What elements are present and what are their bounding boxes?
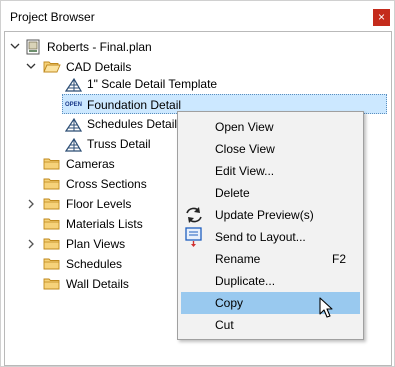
cad-detail-icon bbox=[65, 137, 82, 152]
project-browser-window: Project Browser × Roberts - Final.plan C… bbox=[0, 0, 395, 367]
menu-item-label: Send to Layout... bbox=[215, 230, 306, 244]
menu-item-duplicate[interactable]: Duplicate... bbox=[181, 270, 360, 292]
chevron-right-icon[interactable] bbox=[25, 234, 37, 254]
folder-icon bbox=[43, 258, 60, 270]
folder-icon bbox=[43, 238, 60, 250]
menu-item-label: Rename bbox=[215, 252, 261, 266]
close-button[interactable]: × bbox=[373, 9, 390, 26]
tree-item-label: Cross Sections bbox=[66, 177, 147, 191]
menu-item-update-preview[interactable]: Update Preview(s) bbox=[181, 204, 360, 226]
send-to-layout-icon bbox=[185, 227, 202, 247]
menu-item-label: Open View bbox=[215, 120, 274, 134]
menu-item-label: Copy bbox=[215, 296, 244, 310]
tree-item-label: Truss Detail bbox=[87, 137, 151, 151]
cad-detail-icon bbox=[65, 77, 82, 92]
tree-root-label: Roberts - Final.plan bbox=[47, 40, 152, 54]
tree-root[interactable]: Roberts - Final.plan bbox=[5, 37, 385, 57]
menu-item-label: Edit View... bbox=[215, 164, 275, 178]
refresh-icon bbox=[186, 207, 202, 223]
menu-item-label: Cut bbox=[215, 318, 234, 332]
menu-item-rename[interactable]: Rename F2 bbox=[181, 248, 360, 270]
tree-item-label: Schedules Detail bbox=[87, 117, 178, 131]
context-menu: Open View Close View Edit View... Delete… bbox=[177, 111, 364, 340]
menu-item-close-view[interactable]: Close View bbox=[181, 138, 360, 160]
plan-file-icon bbox=[26, 39, 40, 55]
tree-item-label: Cameras bbox=[66, 157, 115, 171]
title-bar: Project Browser × bbox=[1, 1, 394, 31]
menu-item-label: Close View bbox=[215, 142, 275, 156]
tree-item-label: Materials Lists bbox=[66, 217, 143, 231]
folder-icon bbox=[43, 278, 60, 290]
menu-item-open-view[interactable]: Open View bbox=[181, 116, 360, 138]
shortcut-label: F2 bbox=[331, 252, 346, 266]
chevron-down-icon[interactable] bbox=[9, 37, 21, 57]
tree-item-label: Wall Details bbox=[66, 277, 129, 291]
tree-item-cad-detail[interactable]: 1" Scale Detail Template bbox=[5, 74, 385, 94]
tree-item-label: Schedules bbox=[66, 257, 123, 271]
menu-item-label: Delete bbox=[215, 186, 250, 200]
tree-item-label: Foundation Detail bbox=[87, 98, 182, 112]
chevron-right-icon[interactable] bbox=[25, 194, 37, 214]
menu-item-edit-view[interactable]: Edit View... bbox=[181, 160, 360, 182]
menu-item-send-to-layout[interactable]: Send to Layout... bbox=[181, 226, 360, 248]
menu-item-delete[interactable]: Delete bbox=[181, 182, 360, 204]
open-view-icon: OPEN bbox=[65, 102, 83, 108]
folder-icon bbox=[43, 158, 60, 170]
window-title: Project Browser bbox=[10, 10, 95, 24]
cad-detail-icon bbox=[65, 117, 82, 132]
folder-icon bbox=[43, 218, 60, 230]
menu-item-label: Duplicate... bbox=[215, 274, 276, 288]
folder-open-icon bbox=[43, 61, 61, 73]
folder-icon bbox=[43, 178, 60, 190]
tree-item-label: Floor Levels bbox=[66, 197, 132, 211]
tree-item-label: 1" Scale Detail Template bbox=[87, 77, 218, 91]
tree-item-label: Plan Views bbox=[66, 237, 126, 251]
mouse-cursor-icon bbox=[319, 297, 333, 318]
folder-icon bbox=[43, 198, 60, 210]
menu-item-label: Update Preview(s) bbox=[215, 208, 314, 222]
